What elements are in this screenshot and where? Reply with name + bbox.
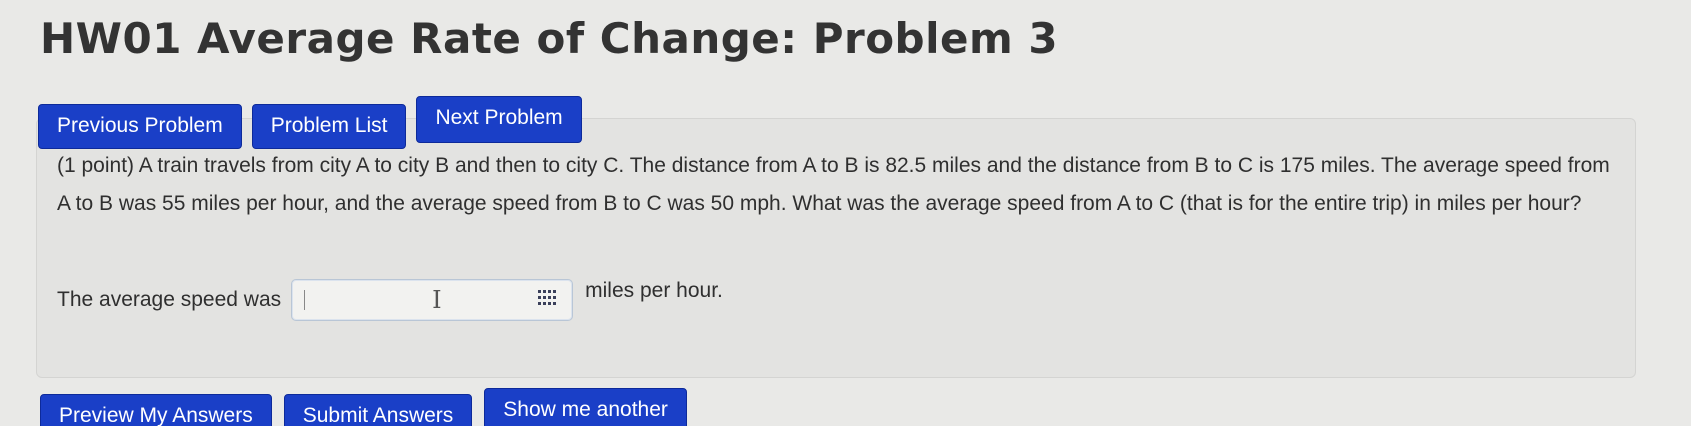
page-title: HW01 Average Rate of Change: Problem 3 (40, 14, 1059, 63)
answer-prefix: The average speed was (57, 288, 282, 311)
problem-text: (1 point) A train travels from city A to… (57, 154, 1610, 215)
previous-problem-button[interactable]: Previous Problem (38, 104, 242, 149)
answer-units: miles per hour. (585, 279, 723, 302)
answer-input[interactable]: I (291, 279, 574, 321)
answer-actions: Preview My Answers Submit Answers Show m… (40, 388, 687, 426)
problem-panel: (1 point) A train travels from city A to… (36, 118, 1636, 378)
problem-nav: Previous Problem Problem List Next Probl… (38, 96, 582, 149)
text-cursor-icon: I (432, 286, 442, 314)
problem-list-button[interactable]: Problem List (251, 104, 407, 149)
submit-answers-button[interactable]: Submit Answers (283, 394, 473, 426)
answer-row: The average speed was I miles per hour. (57, 279, 723, 321)
keypad-icon[interactable] (538, 290, 558, 308)
show-another-button[interactable]: Show me another (484, 388, 687, 426)
text-caret (304, 290, 306, 310)
next-problem-button[interactable]: Next Problem (416, 96, 582, 143)
page: HW01 Average Rate of Change: Problem 3 (… (0, 0, 1691, 426)
preview-answers-button[interactable]: Preview My Answers (40, 394, 272, 426)
